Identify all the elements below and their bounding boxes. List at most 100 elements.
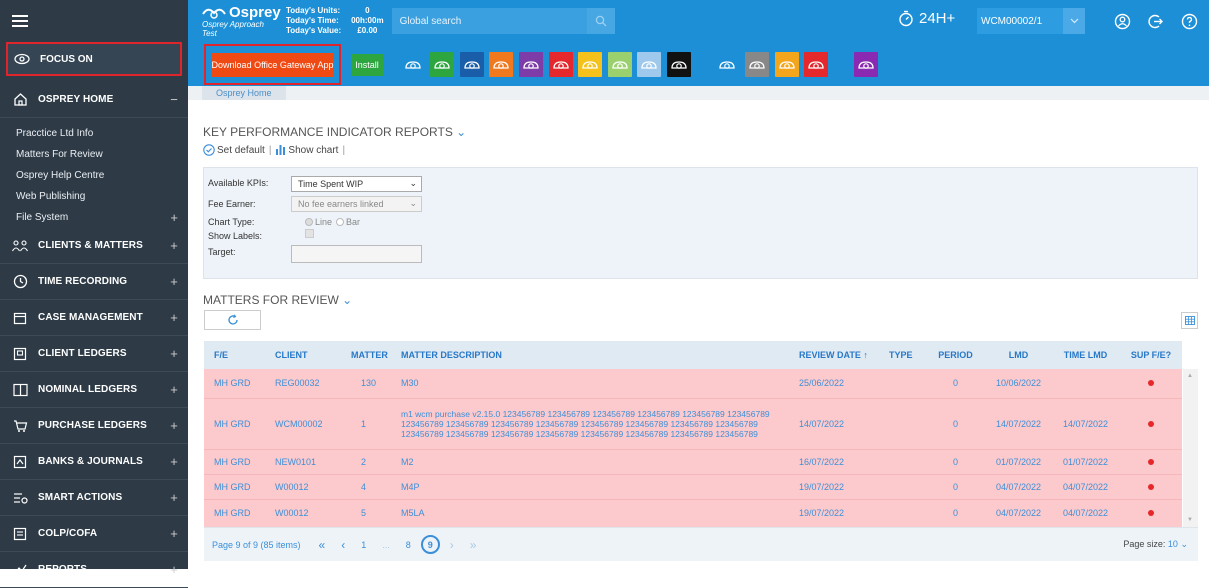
next-page-button[interactable]: › — [450, 538, 454, 552]
table-row[interactable]: MH GRD W00012 5 M5LA 19/07/2022 0 04/07/… — [204, 499, 1182, 528]
mfr-section-title[interactable]: MATTERS FOR REVIEW ⌄ — [203, 293, 352, 307]
help-icon[interactable] — [1178, 10, 1200, 32]
sidebar-section-banks-journals[interactable]: BANKS & JOURNALS + — [0, 444, 188, 480]
global-search-input[interactable]: Global search — [391, 8, 587, 34]
first-page-button[interactable]: « — [319, 538, 326, 552]
last-page-button[interactable]: » — [470, 538, 477, 552]
col-matter[interactable]: MATTER — [341, 341, 391, 369]
expand-icon[interactable]: + — [170, 210, 178, 225]
col-fe[interactable]: F/E — [204, 341, 265, 369]
expand-icon[interactable]: + — [170, 490, 178, 505]
refresh-icon — [227, 314, 239, 326]
expand-icon[interactable]: + — [170, 418, 178, 433]
show-labels-checkbox[interactable] — [305, 229, 314, 238]
scroll-down-icon[interactable]: ▼ — [1187, 517, 1193, 523]
expand-icon[interactable]: + — [170, 238, 178, 253]
page-ellipsis[interactable]: ... — [382, 540, 390, 550]
app-tile-4[interactable] — [489, 52, 513, 77]
timer-button[interactable]: 24H+ — [898, 10, 955, 27]
user-profile-icon[interactable] — [1111, 10, 1133, 32]
fee-earner-select[interactable]: No fee earners linked ⌄ — [291, 196, 422, 212]
expand-icon[interactable]: + — [170, 526, 178, 541]
table-row[interactable]: MH GRD WCM00002 1 m1 wcm purchase v2.15.… — [204, 398, 1182, 450]
radio-line[interactable] — [305, 218, 313, 226]
expand-icon[interactable]: + — [170, 346, 178, 361]
expand-icon[interactable]: + — [170, 310, 178, 325]
breadcrumb-item-osprey-home[interactable]: Osprey Home — [202, 86, 286, 100]
app-tile-7[interactable] — [578, 52, 602, 77]
expand-icon[interactable]: + — [170, 454, 178, 469]
chevron-down-icon[interactable] — [1063, 8, 1085, 34]
col-review-date[interactable]: REVIEW DATE ↑ — [789, 341, 879, 369]
app-tile-3[interactable] — [460, 52, 484, 77]
install-button[interactable]: Install — [351, 54, 383, 76]
focus-on-button[interactable]: FOCUS ON — [6, 42, 182, 76]
app-tile-14[interactable] — [804, 52, 828, 77]
page-size-control[interactable]: Page size: 10 ⌄ — [1123, 539, 1188, 550]
app-tile-12[interactable] — [745, 52, 769, 77]
column-chooser-icon[interactable] — [1181, 312, 1198, 329]
sidebar-item-matters-for-review[interactable]: Matters For Review — [0, 144, 188, 165]
sidebar-section-client-ledgers[interactable]: CLIENT LEDGERS + — [0, 336, 188, 372]
table-row[interactable]: MH GRD W00012 4 M4P 19/07/2022 0 04/07/2… — [204, 474, 1182, 500]
sidebar-section-osprey-home[interactable]: OSPREY HOME − — [0, 82, 188, 118]
app-tile-9[interactable] — [637, 52, 661, 77]
osprey-logo[interactable]: Osprey Osprey Approach Test — [188, 0, 281, 42]
sidebar-item-practice-info[interactable]: Pracctice Ltd Info — [0, 123, 188, 144]
sidebar-section-nominal-ledgers[interactable]: NOMINAL LEDGERS + — [0, 372, 188, 408]
stopwatch-icon — [898, 10, 914, 27]
page-1-button[interactable]: 1 — [361, 540, 366, 550]
col-matter-description[interactable]: MATTER DESCRIPTION — [391, 341, 789, 369]
show-chart-link[interactable]: Show chart — [288, 145, 338, 156]
app-tile-2[interactable] — [430, 52, 454, 77]
sidebar-section-reports[interactable]: REPORTS + — [0, 552, 188, 588]
col-type[interactable]: TYPE — [879, 341, 925, 369]
refresh-button[interactable] — [204, 310, 261, 330]
scroll-up-icon[interactable]: ▲ — [1187, 373, 1193, 379]
download-office-gateway-button[interactable]: Download Office Gateway App — [211, 53, 334, 77]
radio-bar[interactable] — [336, 218, 345, 226]
available-kpis-select[interactable]: Time Spent WIP ⌄ — [291, 176, 422, 192]
sidebar-item-label: Pracctice Ltd Info — [16, 128, 94, 139]
app-tile-1[interactable] — [401, 52, 425, 77]
col-sup-fe[interactable]: SUP F/E? — [1120, 341, 1182, 369]
sidebar-section-time-recording[interactable]: TIME RECORDING + — [0, 264, 188, 300]
app-tile-15[interactable] — [854, 52, 878, 77]
set-default-link[interactable]: Set default — [217, 145, 265, 156]
col-period[interactable]: PERIOD — [925, 341, 986, 369]
app-tile-11[interactable] — [715, 52, 739, 77]
expand-icon[interactable]: + — [170, 274, 178, 289]
collapse-icon[interactable]: − — [170, 92, 178, 107]
table-scrollbar[interactable]: ▲ ▼ — [1183, 369, 1198, 527]
app-tile-5[interactable] — [519, 52, 543, 77]
book-icon — [12, 382, 28, 398]
sidebar-item-file-system[interactable]: File System + — [0, 207, 188, 228]
sidebar-section-purchase-ledgers[interactable]: PURCHASE LEDGERS + — [0, 408, 188, 444]
app-tile-8[interactable] — [608, 52, 632, 77]
table-row[interactable]: MH GRD NEW0101 2 M2 16/07/2022 0 01/07/2… — [204, 449, 1182, 475]
table-row[interactable]: MH GRD REG00032 130 M30 25/06/2022 0 10/… — [204, 369, 1182, 399]
prev-page-button[interactable]: ‹ — [341, 538, 345, 552]
logout-icon[interactable] — [1144, 10, 1166, 32]
search-button[interactable] — [586, 8, 615, 34]
matter-select[interactable]: WCM00002/1 — [977, 8, 1085, 34]
col-time-lmd[interactable]: TIME LMD — [1051, 341, 1120, 369]
page-9-current[interactable]: 9 — [420, 535, 440, 554]
target-input[interactable] — [291, 245, 422, 263]
col-lmd[interactable]: LMD — [986, 341, 1051, 369]
sidebar-section-clients-matters[interactable]: CLIENTS & MATTERS + — [0, 228, 188, 264]
col-client[interactable]: CLIENT — [265, 341, 341, 369]
app-tile-6[interactable] — [549, 52, 573, 77]
expand-icon[interactable]: + — [170, 562, 178, 577]
kpi-section-title[interactable]: KEY PERFORMANCE INDICATOR REPORTS ⌄ — [203, 125, 466, 139]
sidebar-section-case-management[interactable]: CASE MANAGEMENT + — [0, 300, 188, 336]
hamburger-menu-icon[interactable] — [12, 15, 28, 27]
sidebar-item-osprey-help-centre[interactable]: Osprey Help Centre — [0, 165, 188, 186]
page-8-button[interactable]: 8 — [406, 540, 411, 550]
app-tile-13[interactable] — [775, 52, 799, 77]
expand-icon[interactable]: + — [170, 382, 178, 397]
sidebar-section-colp-cofa[interactable]: COLP/COFA + — [0, 516, 188, 552]
sidebar-item-web-publishing[interactable]: Web Publishing — [0, 186, 188, 207]
sidebar-section-smart-actions[interactable]: SMART ACTIONS + — [0, 480, 188, 516]
app-tile-10[interactable] — [667, 52, 691, 77]
